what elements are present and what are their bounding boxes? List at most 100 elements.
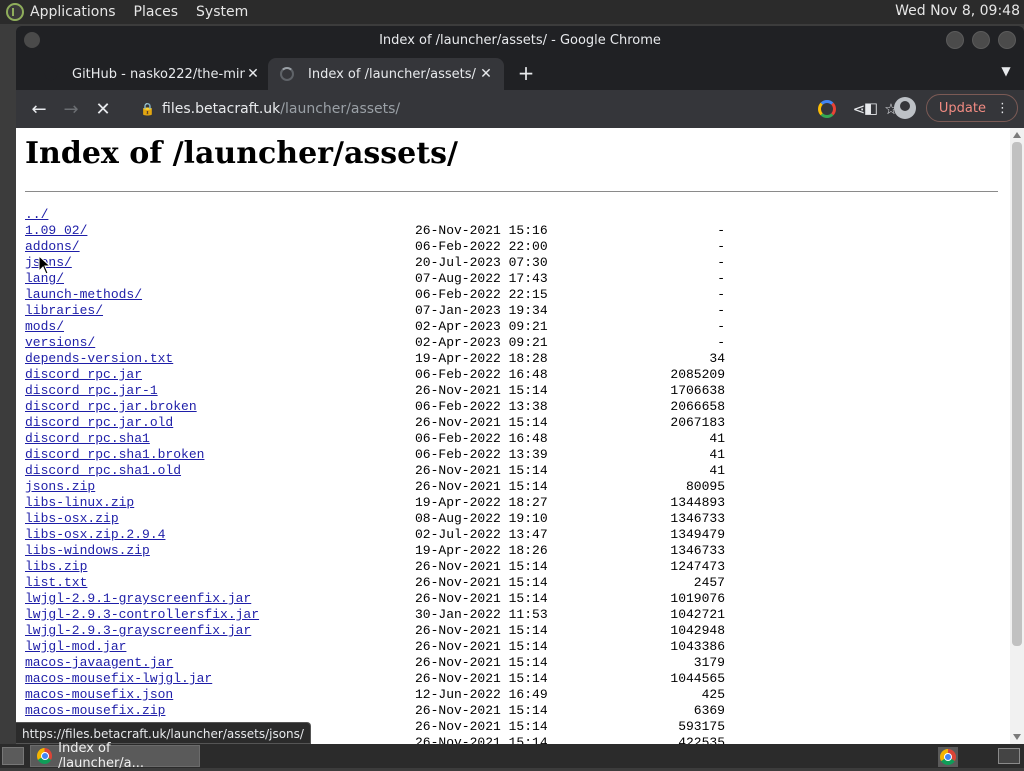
file-link[interactable]: macos-mousefix.zip <box>25 703 165 718</box>
file-link[interactable]: macos-mousefix.json <box>25 687 173 702</box>
tab-index-assets[interactable]: Index of /launcher/assets/ ✕ <box>268 58 504 90</box>
minimize-button[interactable] <box>946 31 964 49</box>
modified-date: 02-Apr-2023 09:21 <box>415 319 548 334</box>
tab-strip: GitHub - nasko222/the-minecr ✕ Index of … <box>16 56 1024 90</box>
menu-applications[interactable]: Applications <box>30 4 116 20</box>
modified-date: 26-Nov-2021 15:14 <box>415 623 548 638</box>
taskbar-chrome-item[interactable]: Index of /launcher/a... <box>30 741 200 771</box>
github-icon <box>44 67 58 81</box>
listing-row: discord rpc.jar-1 26-Nov-2021 15:14 170663… <box>25 383 725 399</box>
file-link[interactable]: macos-javaagent.jar <box>25 655 173 670</box>
window-titlebar[interactable]: Index of /launcher/assets/ - Google Chro… <box>16 26 1024 56</box>
file-link[interactable]: lwjgl-2.9.3-grayscreenfix.jar <box>25 623 251 638</box>
file-link[interactable]: discord rpc.sha1.old <box>25 463 181 478</box>
file-size: 2066658 <box>670 399 725 414</box>
distro-logo-icon[interactable] <box>6 3 24 21</box>
vertical-scrollbar[interactable] <box>1010 128 1024 744</box>
new-tab-button[interactable]: + <box>514 62 538 86</box>
file-link[interactable]: lwjgl-mod.jar <box>25 639 126 654</box>
window-menu-icon[interactable] <box>24 32 40 48</box>
close-tab-icon[interactable]: ✕ <box>478 66 494 82</box>
forward-button[interactable]: → <box>56 94 86 124</box>
file-link[interactable]: launch-methods/ <box>25 287 142 302</box>
modified-date: 30-Jan-2022 11:53 <box>415 607 548 622</box>
file-link[interactable]: discord rpc.jar.old <box>25 415 173 430</box>
file-link[interactable]: libs-osx.zip <box>25 511 119 526</box>
scroll-up-arrow-icon[interactable] <box>1013 132 1021 138</box>
listing-row: libraries/07-Jan-2023 19:34 - <box>25 303 725 319</box>
address-bar[interactable]: 🔒 files.betacraft.uk/launcher/assets/ ⋖ … <box>134 94 904 124</box>
file-link[interactable]: addons/ <box>25 239 80 254</box>
file-size: - <box>717 239 725 254</box>
file-link[interactable]: macos-mousefix-lwjgl.jar <box>25 671 212 686</box>
modified-date: 26-Nov-2021 15:14 <box>415 591 548 606</box>
tab-github[interactable]: GitHub - nasko222/the-minecr ✕ <box>26 58 271 90</box>
file-link[interactable]: ../ <box>25 207 48 222</box>
file-link[interactable]: depends-version.txt <box>25 351 173 366</box>
file-link[interactable]: libs-linux.zip <box>25 495 134 510</box>
back-button[interactable]: ← <box>24 94 54 124</box>
tab-search-chevron-icon[interactable]: ▼ <box>996 64 1016 78</box>
file-link[interactable]: lwjgl-2.9.3-controllersfix.jar <box>25 607 259 622</box>
modified-date: 07-Jan-2023 19:34 <box>415 303 548 318</box>
file-link[interactable]: discord rpc.jar.broken <box>25 399 197 414</box>
file-link[interactable]: discord rpc.jar-1 <box>25 383 158 398</box>
listing-row: macos-mousefix.json 12-Jun-2022 16:49 425 <box>25 687 725 703</box>
listing-row: discord rpc.jar.old 26-Nov-2021 15:14 2067… <box>25 415 725 431</box>
file-link[interactable]: lwjgl-2.9.1-grayscreenfix.jar <box>25 591 251 606</box>
modified-date: 26-Nov-2021 15:14 <box>415 463 548 478</box>
modified-date: 08-Aug-2022 19:10 <box>415 511 548 526</box>
file-size: - <box>717 223 725 238</box>
menu-system[interactable]: System <box>196 4 248 20</box>
file-size: 41 <box>709 447 725 462</box>
listing-row: libs-osx.zip 08-Aug-2022 19:10 1346733 <box>25 511 725 527</box>
profile-avatar-icon[interactable] <box>893 97 916 119</box>
scrollbar-thumb[interactable] <box>1012 142 1022 646</box>
modified-date: 02-Jul-2022 13:47 <box>415 527 548 542</box>
modified-date: 07-Aug-2022 17:43 <box>415 271 548 286</box>
menu-places[interactable]: Places <box>134 4 179 20</box>
modified-date: 12-Jun-2022 16:49 <box>415 687 548 702</box>
update-button[interactable]: Update ⋮ <box>925 94 1018 122</box>
google-lens-icon[interactable] <box>814 96 840 122</box>
file-link[interactable]: discord rpc.sha1 <box>25 431 150 446</box>
show-desktop-button[interactable] <box>2 747 24 765</box>
modified-date: 26-Nov-2021 15:14 <box>415 559 548 574</box>
file-link[interactable]: 1.09 02/ <box>25 223 87 238</box>
file-link[interactable]: libs-windows.zip <box>25 543 150 558</box>
file-link[interactable]: libraries/ <box>25 303 103 318</box>
close-window-button[interactable] <box>998 31 1016 49</box>
close-tab-icon[interactable]: ✕ <box>245 66 261 82</box>
file-size: - <box>717 271 725 286</box>
taskbar-item-label: Index of /launcher/a... <box>58 741 145 771</box>
file-size: 2067183 <box>670 415 725 430</box>
file-link[interactable]: libs.zip <box>25 559 87 574</box>
file-link[interactable]: discord rpc.sha1.broken <box>25 447 204 462</box>
chrome-icon <box>37 748 53 764</box>
scroll-down-arrow-icon[interactable] <box>1013 734 1021 740</box>
file-size: 1247473 <box>670 559 725 574</box>
file-size: 593175 <box>678 719 725 734</box>
modified-date: 26-Nov-2021 15:16 <box>415 223 548 238</box>
file-link[interactable]: libs-osx.zip.2.9.4 <box>25 527 165 542</box>
lock-icon[interactable]: 🔒 <box>140 102 155 116</box>
file-link[interactable]: versions/ <box>25 335 95 350</box>
file-link[interactable]: mods/ <box>25 319 64 334</box>
file-link[interactable]: jsons.zip <box>25 479 95 494</box>
panel-clock[interactable]: Wed Nov 8, 09:48 <box>895 3 1020 19</box>
side-panel-icon[interactable]: ◧ <box>858 95 884 121</box>
file-size: 41 <box>709 463 725 478</box>
maximize-button[interactable] <box>972 31 990 49</box>
listing-row: ../ <box>25 207 725 223</box>
tray-chrome-launcher[interactable] <box>938 747 958 767</box>
workspace-switcher[interactable] <box>998 748 1020 764</box>
listing-row: lwjgl-2.9.1-grayscreenfix.jar 26-Nov-2021… <box>25 591 725 607</box>
file-link[interactable]: list.txt <box>25 575 87 590</box>
modified-date: 02-Apr-2023 09:21 <box>415 335 548 350</box>
file-link[interactable]: discord rpc.jar <box>25 367 142 382</box>
file-size: 1044565 <box>670 671 725 686</box>
modified-date: 26-Nov-2021 15:14 <box>415 639 548 654</box>
stop-loading-button[interactable]: ✕ <box>88 94 118 124</box>
file-size: 41 <box>709 431 725 446</box>
chrome-icon <box>940 749 956 765</box>
